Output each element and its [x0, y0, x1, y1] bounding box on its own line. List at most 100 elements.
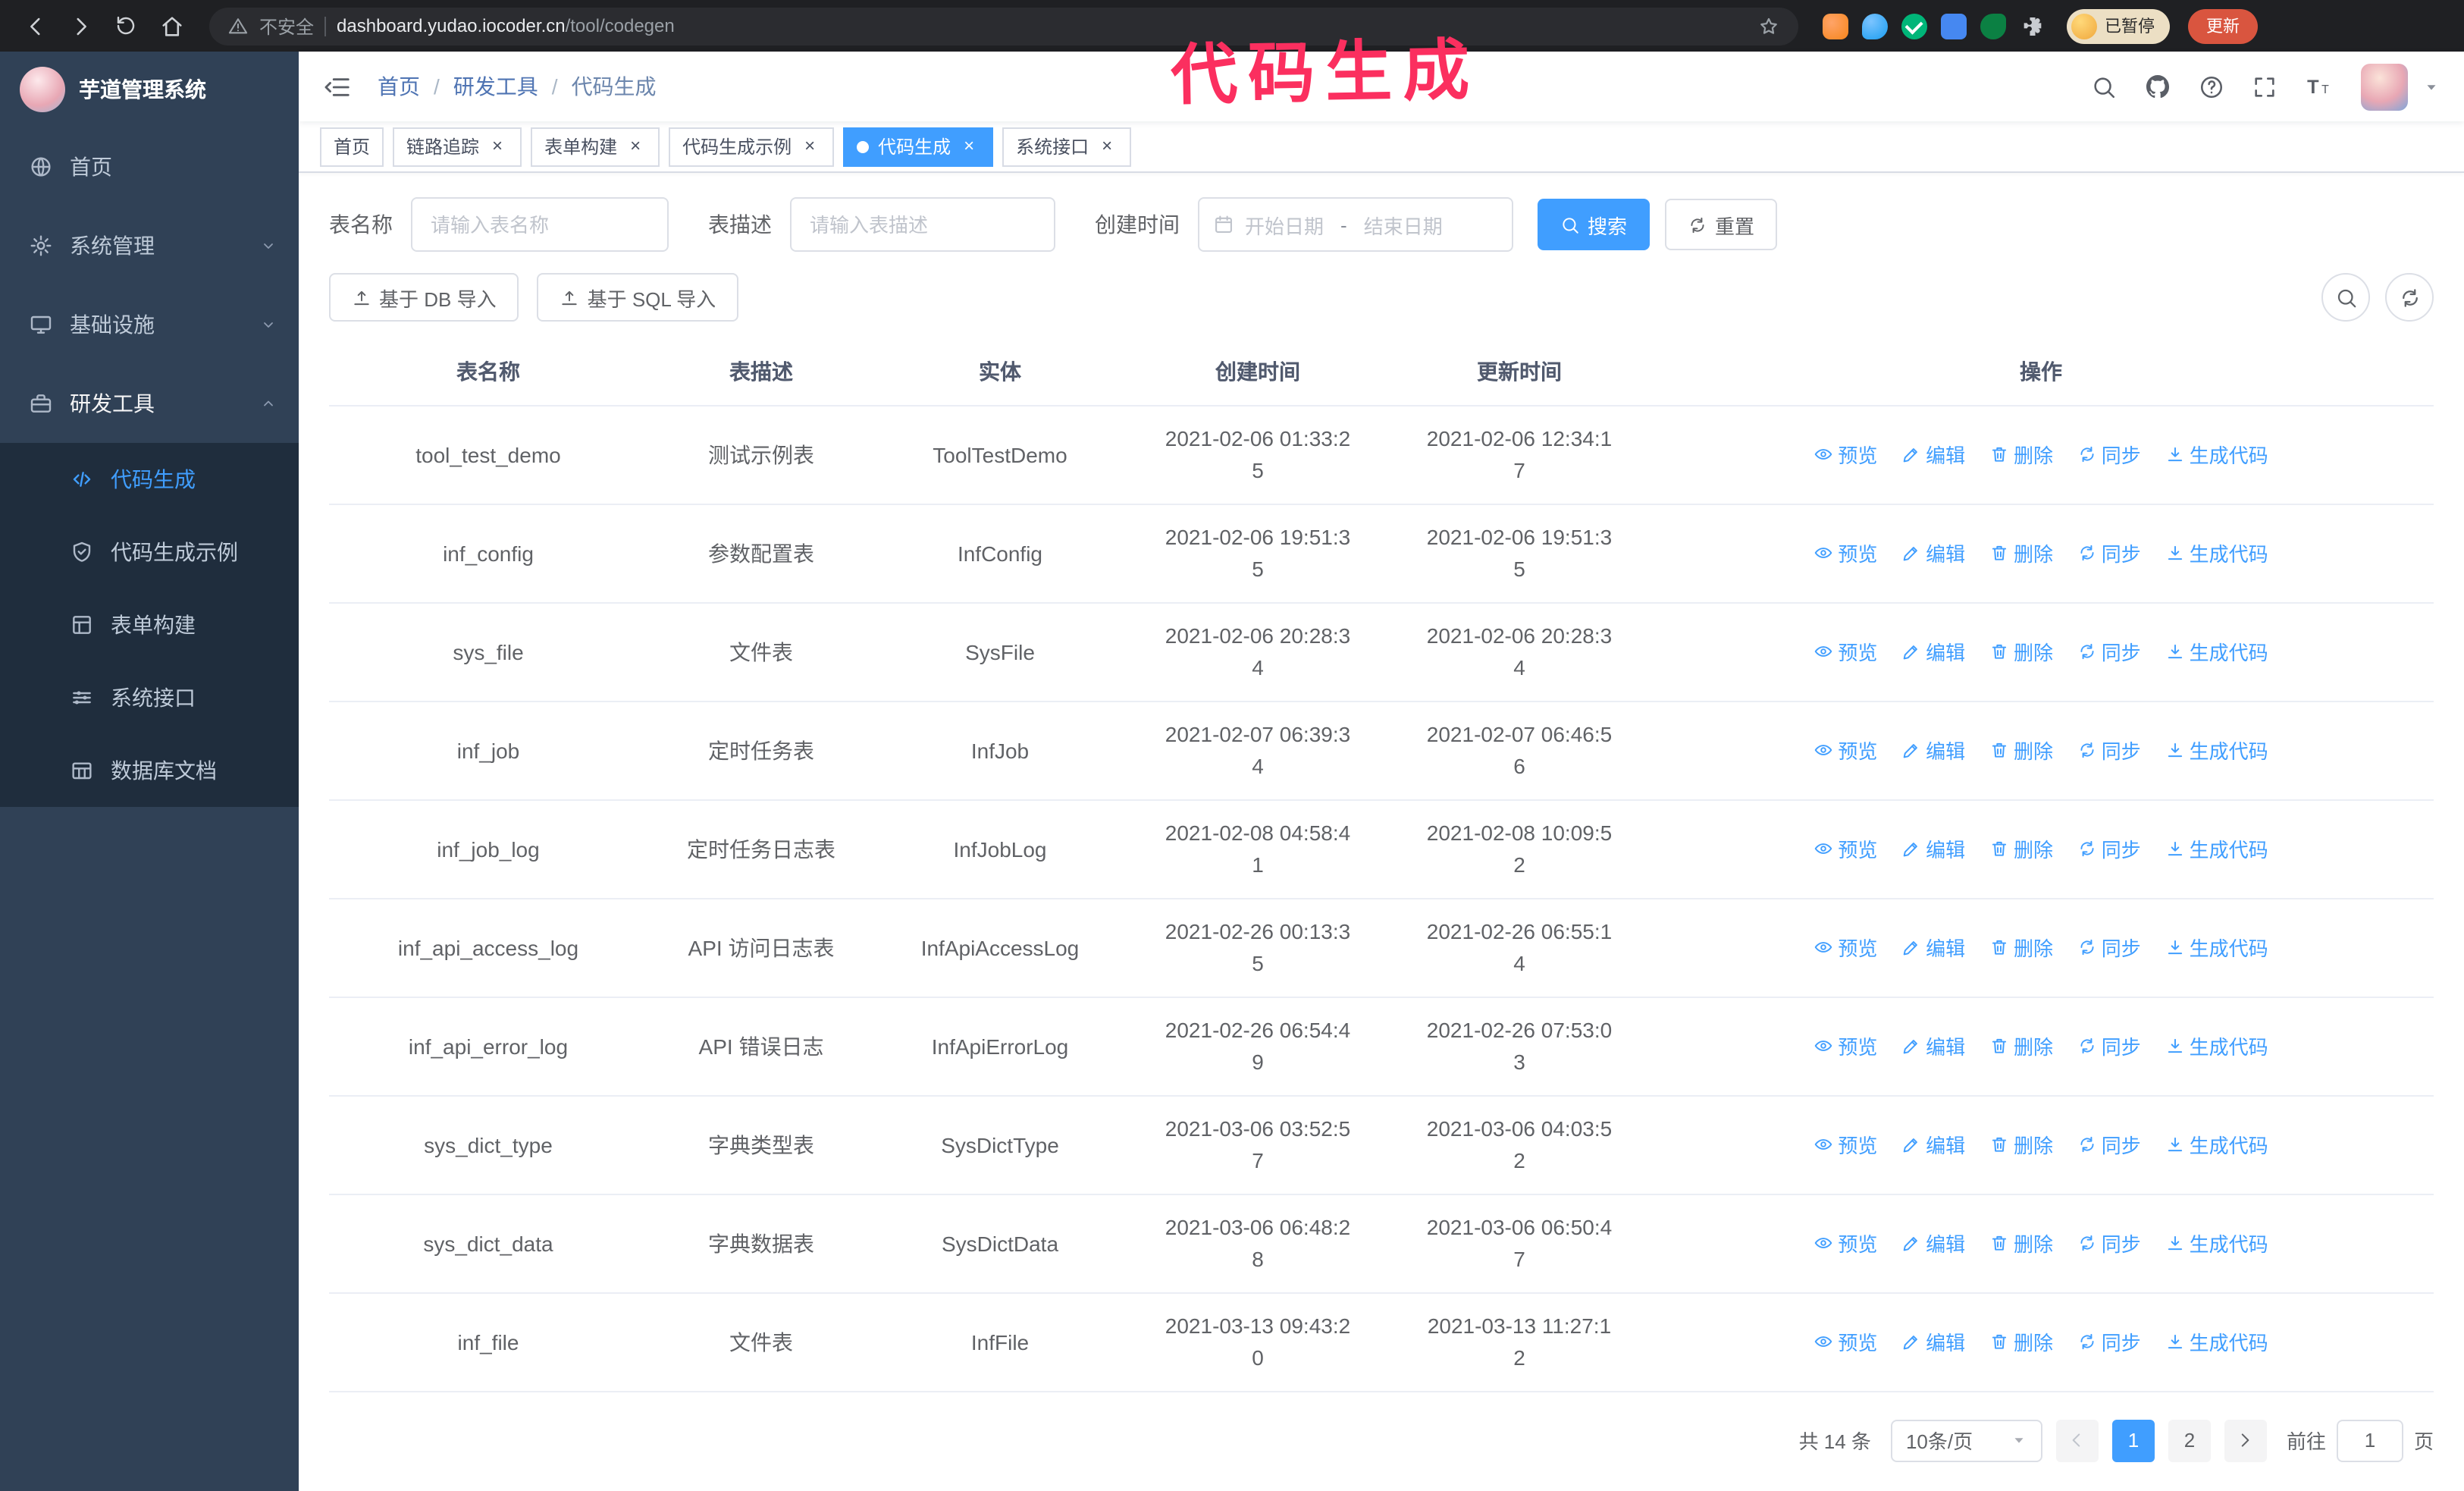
column-header-created[interactable]: 创建时间 — [1125, 340, 1390, 406]
toggle-search-button[interactable] — [2321, 273, 2370, 322]
edit-link[interactable]: 编辑 — [1901, 440, 1965, 469]
edit-link[interactable]: 编辑 — [1901, 1130, 1965, 1159]
delete-link[interactable]: 删除 — [1989, 1229, 2053, 1257]
page-button-2[interactable]: 2 — [2168, 1419, 2211, 1461]
table-desc-input[interactable] — [790, 197, 1055, 252]
generate-code-link[interactable]: 生成代码 — [2165, 1031, 2268, 1060]
delete-link[interactable]: 删除 — [1989, 440, 2053, 469]
generate-code-link[interactable]: 生成代码 — [2165, 1130, 2268, 1159]
date-range-picker[interactable]: 开始日期 - 结束日期 — [1198, 197, 1513, 252]
import-db-button[interactable]: 基于 DB 导入 — [329, 273, 519, 322]
import-sql-button[interactable]: 基于 SQL 导入 — [537, 273, 739, 322]
generate-code-link[interactable]: 生成代码 — [2165, 736, 2268, 764]
edit-link[interactable]: 编辑 — [1901, 1031, 1965, 1060]
sync-link[interactable]: 同步 — [2077, 440, 2141, 469]
tab-tag[interactable]: 代码生成示例 × — [669, 127, 835, 166]
github-icon[interactable] — [2144, 73, 2171, 100]
sync-link[interactable]: 同步 — [2077, 834, 2141, 863]
font-size-icon[interactable] — [2305, 72, 2334, 101]
close-icon[interactable]: × — [958, 135, 980, 157]
sidebar-item-system[interactable]: 系统管理 — [0, 206, 299, 285]
fullscreen-icon[interactable] — [2252, 74, 2277, 99]
column-header-updated[interactable]: 更新时间 — [1390, 340, 1648, 406]
delete-link[interactable]: 删除 — [1989, 933, 2053, 962]
delete-link[interactable]: 删除 — [1989, 1327, 2053, 1356]
tab-tag[interactable]: 系统接口 × — [1002, 127, 1132, 166]
edit-link[interactable]: 编辑 — [1901, 538, 1965, 567]
preview-link[interactable]: 预览 — [1814, 933, 1877, 962]
breadcrumb-home[interactable]: 首页 — [378, 71, 420, 102]
reset-button[interactable]: 重置 — [1665, 199, 1778, 250]
page-button-1[interactable]: 1 — [2111, 1419, 2155, 1461]
column-header-name[interactable]: 表名称 — [329, 340, 647, 406]
address-bar[interactable]: 不安全 dashboard.yudao.iocoder.cn/tool/code… — [209, 7, 1798, 45]
caret-down-icon[interactable] — [2423, 78, 2440, 95]
refresh-table-button[interactable] — [2385, 273, 2434, 322]
sidebar-item-codegen[interactable]: 代码生成 — [0, 443, 299, 516]
generate-code-link[interactable]: 生成代码 — [2165, 933, 2268, 962]
edit-link[interactable]: 编辑 — [1901, 1327, 1965, 1356]
preview-link[interactable]: 预览 — [1814, 1327, 1877, 1356]
user-avatar[interactable] — [2361, 63, 2408, 110]
app-logo[interactable]: 芋道管理系统 — [0, 52, 299, 127]
browser-update-button[interactable]: 更新 — [2188, 8, 2258, 43]
collapse-sidebar-icon[interactable] — [323, 72, 352, 101]
bookmark-star-icon[interactable] — [1757, 14, 1780, 37]
preview-link[interactable]: 预览 — [1814, 1229, 1877, 1257]
browser-back-button[interactable] — [15, 6, 55, 46]
close-icon[interactable]: × — [1096, 135, 1118, 157]
profile-paused-chip[interactable]: 已暂停 — [2067, 8, 2170, 43]
sync-link[interactable]: 同步 — [2077, 1327, 2141, 1356]
preview-link[interactable]: 预览 — [1814, 1130, 1877, 1159]
generate-code-link[interactable]: 生成代码 — [2165, 538, 2268, 567]
delete-link[interactable]: 删除 — [1989, 1130, 2053, 1159]
sync-link[interactable]: 同步 — [2077, 736, 2141, 764]
extension-leaf-icon[interactable] — [1980, 13, 2006, 39]
goto-page-input[interactable] — [2336, 1419, 2403, 1461]
generate-code-link[interactable]: 生成代码 — [2165, 834, 2268, 863]
sidebar-item-infra[interactable]: 基础设施 — [0, 285, 299, 364]
table-name-input[interactable] — [411, 197, 669, 252]
search-button[interactable]: 搜索 — [1538, 199, 1651, 250]
edit-link[interactable]: 编辑 — [1901, 834, 1965, 863]
sync-link[interactable]: 同步 — [2077, 1031, 2141, 1060]
tab-tag[interactable]: 代码生成 × — [843, 127, 994, 166]
generate-code-link[interactable]: 生成代码 — [2165, 440, 2268, 469]
edit-link[interactable]: 编辑 — [1901, 637, 1965, 666]
sync-link[interactable]: 同步 — [2077, 1130, 2141, 1159]
column-header-entity[interactable]: 实体 — [875, 340, 1125, 406]
sync-link[interactable]: 同步 — [2077, 637, 2141, 666]
sidebar-item-devtools[interactable]: 研发工具 — [0, 364, 299, 443]
column-header-desc[interactable]: 表描述 — [647, 340, 875, 406]
preview-link[interactable]: 预览 — [1814, 538, 1877, 567]
sidebar-item-form-builder[interactable]: 表单构建 — [0, 589, 299, 661]
extensions-puzzle-icon[interactable] — [2020, 13, 2045, 39]
page-size-select[interactable]: 10条/页 — [1890, 1419, 2042, 1461]
preview-link[interactable]: 预览 — [1814, 1031, 1877, 1060]
sync-link[interactable]: 同步 — [2077, 1229, 2141, 1257]
sidebar-item-home[interactable]: 首页 — [0, 127, 299, 206]
generate-code-link[interactable]: 生成代码 — [2165, 1229, 2268, 1257]
extension-droplet-icon[interactable] — [1862, 13, 1888, 39]
close-icon[interactable]: × — [799, 135, 820, 157]
breadcrumb-devtools[interactable]: 研发工具 — [453, 71, 538, 102]
delete-link[interactable]: 删除 — [1989, 736, 2053, 764]
help-icon[interactable] — [2199, 74, 2224, 99]
sidebar-item-api[interactable]: 系统接口 — [0, 661, 299, 734]
close-icon[interactable]: × — [625, 135, 646, 157]
tab-tag[interactable]: 表单构建 × — [531, 127, 660, 166]
extension-people-icon[interactable] — [1941, 13, 1967, 39]
delete-link[interactable]: 删除 — [1989, 538, 2053, 567]
preview-link[interactable]: 预览 — [1814, 637, 1877, 666]
edit-link[interactable]: 编辑 — [1901, 1229, 1965, 1257]
delete-link[interactable]: 删除 — [1989, 834, 2053, 863]
extension-fox-icon[interactable] — [1823, 13, 1848, 39]
prev-page-button[interactable] — [2055, 1419, 2099, 1461]
close-icon[interactable]: × — [487, 135, 508, 157]
sync-link[interactable]: 同步 — [2077, 538, 2141, 567]
preview-link[interactable]: 预览 — [1814, 736, 1877, 764]
sync-link[interactable]: 同步 — [2077, 933, 2141, 962]
browser-reload-button[interactable] — [106, 6, 146, 46]
extension-check-icon[interactable] — [1901, 13, 1927, 39]
delete-link[interactable]: 删除 — [1989, 637, 2053, 666]
